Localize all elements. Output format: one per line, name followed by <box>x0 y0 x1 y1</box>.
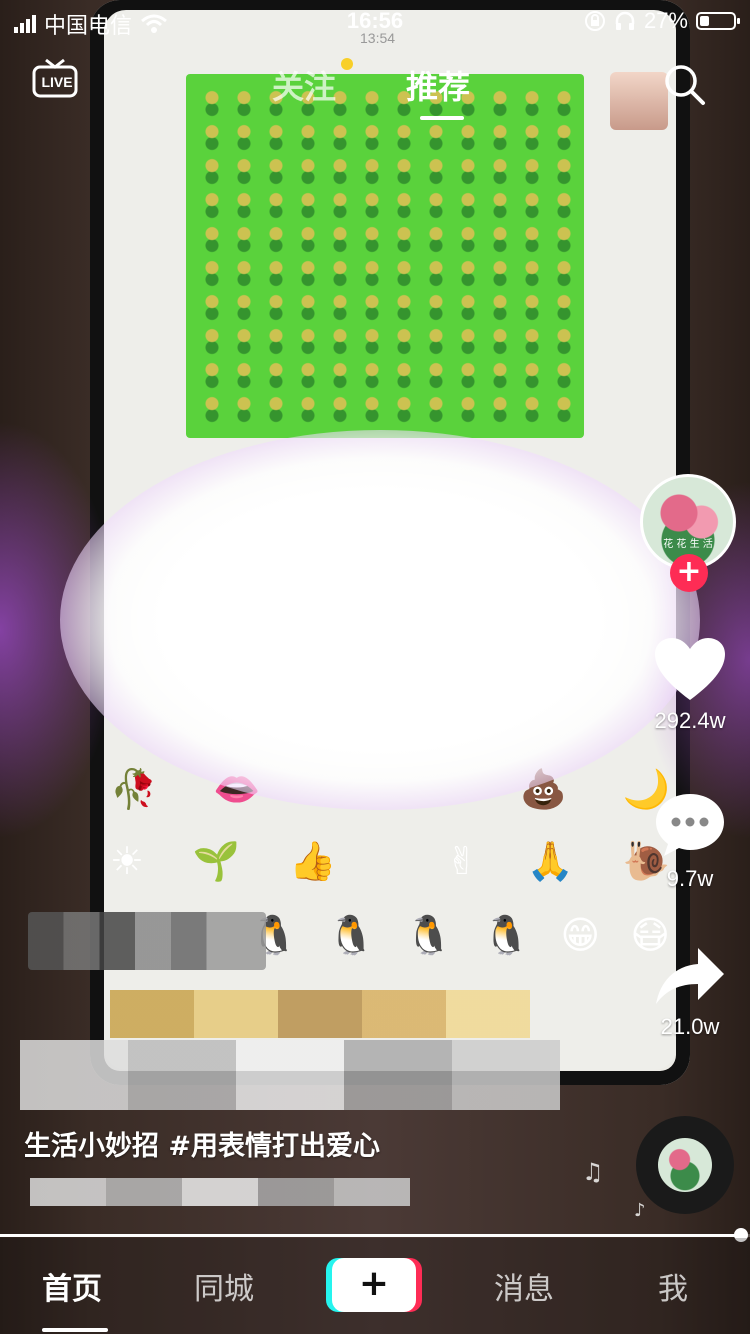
create-button[interactable]: + <box>326 1258 422 1312</box>
battery-icon <box>696 12 740 30</box>
status-bar: 中国电信 16:56 27% <box>0 0 750 40</box>
comment-icon <box>656 794 724 856</box>
active-tab-indicator <box>420 116 464 120</box>
rotation-lock-icon <box>584 11 605 31</box>
pixelated-region <box>20 1040 560 1110</box>
pixelated-emoji-row <box>110 990 530 1038</box>
video-caption[interactable]: 生活小妙招 #用表情打出爱心 <box>24 1124 380 1163</box>
emoji-row-2: ☀🌱👍·✌🙏🐌 <box>110 842 670 880</box>
grin-emoji: 😁 <box>560 913 601 957</box>
search-icon[interactable] <box>662 62 706 106</box>
progress-fill <box>0 1234 743 1237</box>
hands-emoji: 🙏 <box>526 839 574 883</box>
video-overlay-avatar <box>610 72 668 130</box>
emoji-row-3: 🐧 🐧 🐧 🐧 😁 😷 <box>250 916 670 954</box>
nav-inbox[interactable]: 消息 <box>494 1264 554 1308</box>
emoji-heart-pattern <box>196 84 576 424</box>
share-count: 21.0w <box>660 1014 720 1039</box>
sun-emoji: ☀ <box>110 839 145 883</box>
share-arrow-icon <box>656 948 724 1004</box>
penguin-emoji: 🐧 <box>405 913 453 957</box>
music-cover <box>658 1138 712 1192</box>
victory-emoji: ✌ <box>445 839 478 883</box>
share-button[interactable]: 21.0w <box>640 946 740 1040</box>
comment-count: 9.7w <box>666 866 714 891</box>
follow-button[interactable]: + <box>670 554 708 592</box>
comment-button[interactable]: 9.7w <box>640 790 740 892</box>
music-disc[interactable] <box>636 1116 734 1214</box>
light-flash <box>60 430 700 810</box>
battery-level <box>700 16 709 26</box>
nav-me[interactable]: 我 <box>658 1264 688 1308</box>
like-count: 292.4w <box>654 708 726 733</box>
music-title-pixelated[interactable] <box>30 1178 410 1206</box>
nav-active-indicator <box>42 1328 108 1332</box>
penguin-emoji: 🐧 <box>482 913 531 957</box>
headphones-icon <box>615 11 635 30</box>
battery-percent: 27% <box>643 8 688 33</box>
tab-recommend[interactable]: 推荐 <box>406 62 470 108</box>
notification-dot <box>341 58 353 70</box>
tab-follow[interactable]: 关注 <box>272 62 336 108</box>
like-button[interactable]: 292.4w <box>640 636 740 734</box>
penguin-emoji: 🐧 <box>327 913 375 957</box>
music-note-icon: ♫ <box>582 1158 604 1186</box>
video-progress-bar[interactable] <box>0 1228 750 1242</box>
nav-home[interactable]: 首页 <box>42 1264 102 1308</box>
heart-icon <box>655 638 725 700</box>
sprout-emoji: 🌱 <box>192 839 241 883</box>
nav-nearby[interactable]: 同城 <box>194 1264 254 1308</box>
thumbs-up-emoji: 👍 <box>288 839 337 883</box>
plus-icon: + <box>332 1258 416 1312</box>
author-name-pixelated[interactable] <box>28 912 266 970</box>
music-note-icon: ♪ <box>634 1200 646 1221</box>
author-avatar-text: 花 花 生 活 <box>663 539 713 550</box>
